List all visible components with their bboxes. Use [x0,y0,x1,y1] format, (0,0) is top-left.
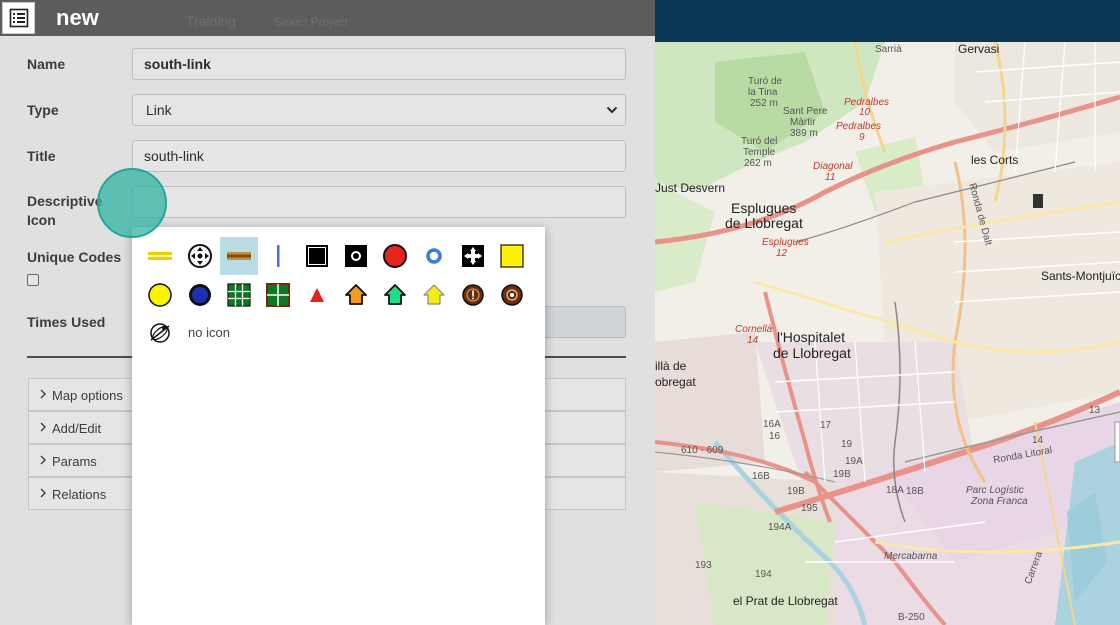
map-label-16b: 16B [752,471,770,482]
map-label-194: 194 [755,569,772,580]
map-label-sant-pere: Sant Pere [783,106,828,117]
map-label-cornella: Cornellà [735,324,773,335]
green-cross-square-icon[interactable] [259,276,297,314]
map-label-19: 19 [841,439,853,450]
map-label-pedralbes-10-n: 10 [859,107,871,118]
map-label-sarria: Sarrià [875,44,902,55]
black-arrows-square-icon[interactable] [454,237,492,275]
no-icon-label[interactable]: no icon [188,325,230,340]
yellow-circle-icon[interactable] [141,276,179,314]
map-view[interactable]: Gervasi Sarrià Turó de la Tina 252 m San… [655,42,1120,625]
black-square-icon[interactable] [298,237,336,275]
list-icon [9,8,28,28]
move-cross-icon[interactable] [181,237,219,275]
red-triangle-icon[interactable] [298,276,336,314]
map-label-esplugues-stop: Esplugues [762,237,809,248]
red-circle-icon[interactable] [376,237,414,275]
map-label-hospitalet-2: de Llobregat [773,345,851,361]
map-label-sants-montjuic: Sants-Montjuïc [1041,269,1120,283]
brown-exclaim-circle-icon[interactable] [454,276,492,314]
map-label-610: 610 - 609 [681,445,724,456]
menu-button[interactable] [2,2,35,34]
top-bar: new Training Select Project [0,0,655,36]
blue-bar-icon[interactable] [259,237,297,275]
map-label-turo-tina: Turó de [748,76,783,87]
map-label-194a: 194A [768,522,792,533]
map-label-turo-tina-3: 252 m [750,98,778,109]
map-label-17: 17 [820,420,832,431]
blue-circle-icon[interactable] [181,276,219,314]
map-label-turo-temple: Turó del [741,136,778,147]
map-tiles [655,42,1120,625]
ghost-select-project: Select Project [274,15,349,29]
blue-ring-icon[interactable] [415,237,453,275]
map-label-just-desvern: Just Desvern [655,181,726,195]
map-label-sant-pere-3: 389 m [790,128,818,139]
map-label-esplugues-n: 12 [776,248,788,259]
map-label-18a: 18A [886,485,904,496]
map-label-zona-franca: Zona Franca [971,496,1028,507]
map-label-illa-de: illà de [655,359,687,373]
map-label-16: 16 [769,431,781,442]
map-label-parc-logistic: Parc Logístic [966,485,1024,496]
map-label-gervasi: Gervasi [958,42,1000,56]
map-label-diagonal: Diagonal [813,161,853,172]
ghost-training-tab: Training [186,13,237,29]
map-label-13: 13 [1089,405,1101,416]
yellow-square-icon[interactable] [493,237,531,275]
map-header-bar [655,0,1120,42]
map-label-14: 14 [1032,435,1044,446]
map-label-195: 195 [801,503,818,514]
map-label-esplugues: Esplugues [731,200,797,216]
map-label-turo-temple-2: Temple [743,147,776,158]
map-label-193: 193 [695,560,712,571]
map-label-el-prat: el Prat de Llobregat [733,594,838,608]
brown-dot-circle-icon[interactable] [493,276,531,314]
map-label-pedralbes-9-n: 9 [859,132,865,143]
map-label-illa-de-2: obregat [655,375,696,389]
green-grid-square-icon[interactable] [220,276,258,314]
map-label-18b: 18B [906,486,924,497]
map-label-19b-2: 19B [787,486,805,497]
map-label-19b: 19B [833,469,851,480]
map-label-19a: 19A [845,456,863,467]
brown-dash-icon[interactable] [220,237,258,275]
map-label-hospitalet: l'Hospitalet [777,329,846,345]
orange-house-icon[interactable] [337,276,375,314]
touch-indicator [97,168,167,238]
no-icon-icon[interactable] [141,314,179,352]
green-house-icon[interactable] [376,276,414,314]
map-label-sant-pere-2: Màrtir [790,117,816,128]
record-title: new [56,5,99,30]
yellow-dash-icon[interactable] [141,237,179,275]
map-label-turo-temple-3: 262 m [744,158,772,169]
map-label-de-llobregat: de Llobregat [725,215,803,231]
map-label-turo-tina-2: la Tina [748,87,778,98]
map-label-b250: B-250 [898,612,925,623]
map-label-mercabarna: Mercabarna [884,551,938,562]
map-label-cornella-n: 14 [747,335,759,346]
yellow-house-icon[interactable] [415,276,453,314]
map-label-les-corts: les Corts [971,153,1019,167]
map-label-diagonal-n: 11 [825,172,836,183]
map-label-16a: 16A [763,419,781,430]
black-square-dot-icon[interactable] [337,237,375,275]
icon-picker-dropdown: no icon [132,227,545,625]
map-label-pedralbes-9: Pedralbes [836,121,882,132]
